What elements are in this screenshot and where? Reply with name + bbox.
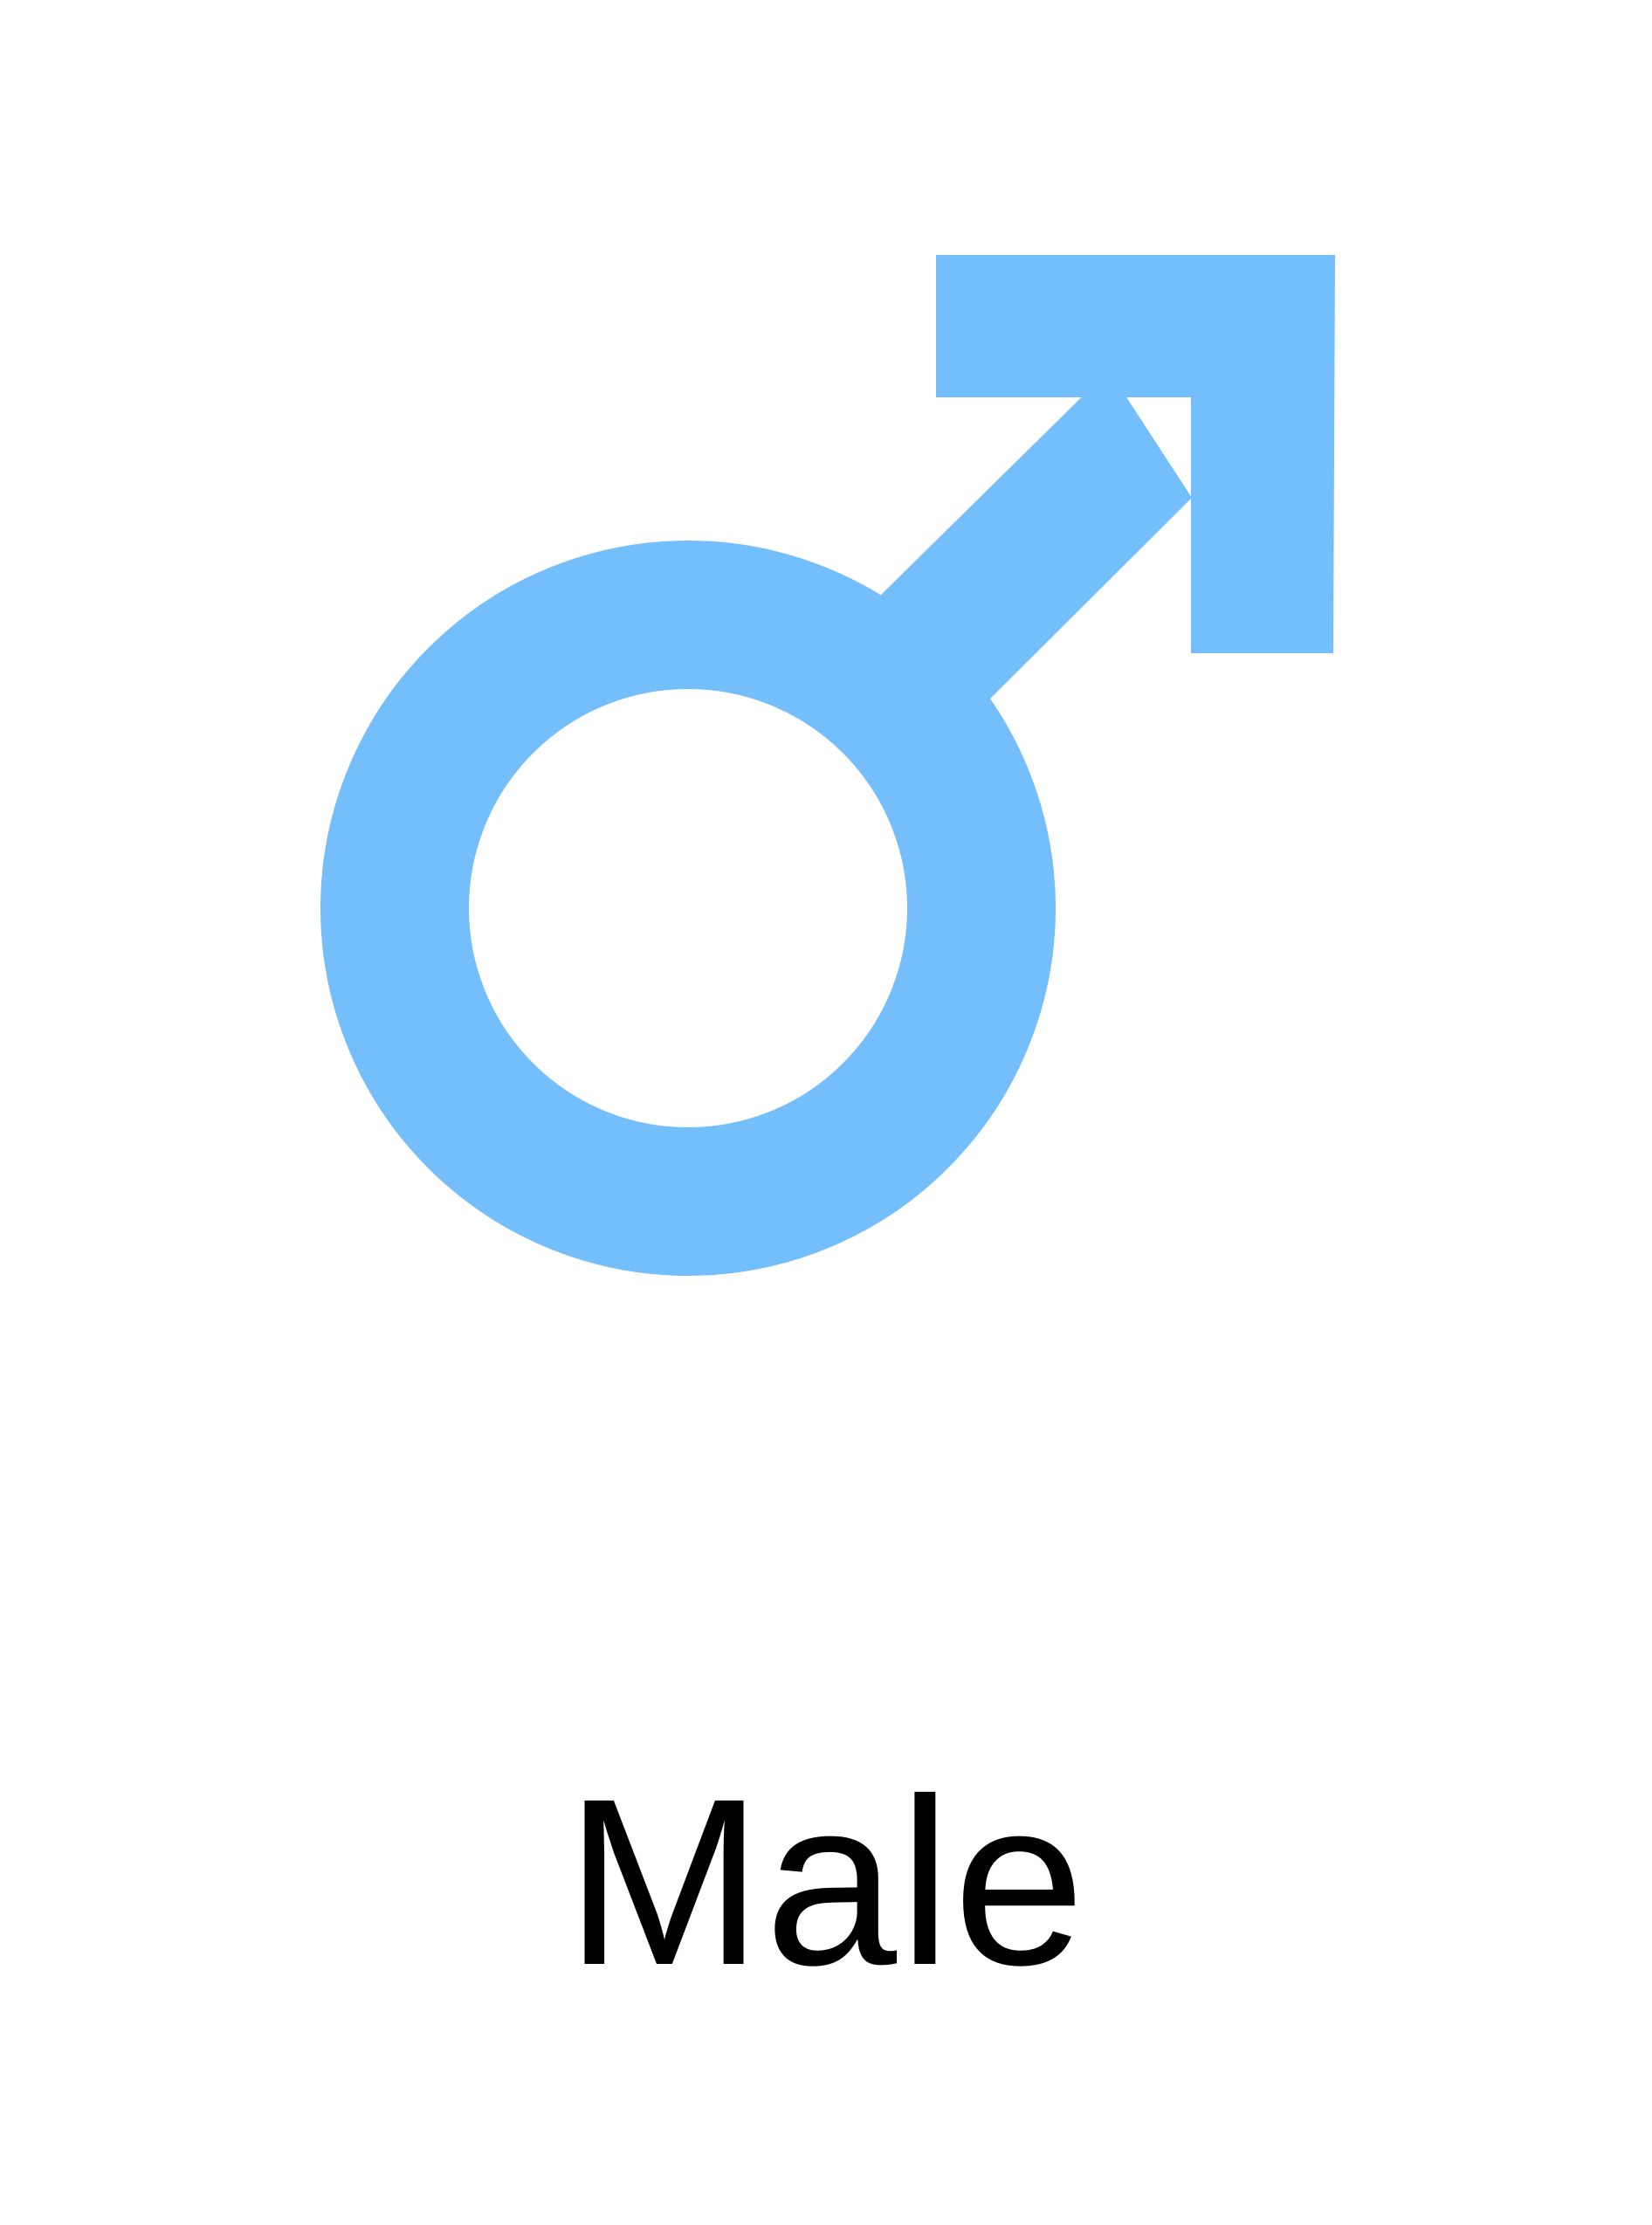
male-symbol-icon <box>320 255 1335 1276</box>
symbol-label: Male <box>565 1749 1087 2015</box>
male-symbol-ring <box>320 541 1056 1276</box>
symbol-card: Male <box>0 0 1652 2225</box>
